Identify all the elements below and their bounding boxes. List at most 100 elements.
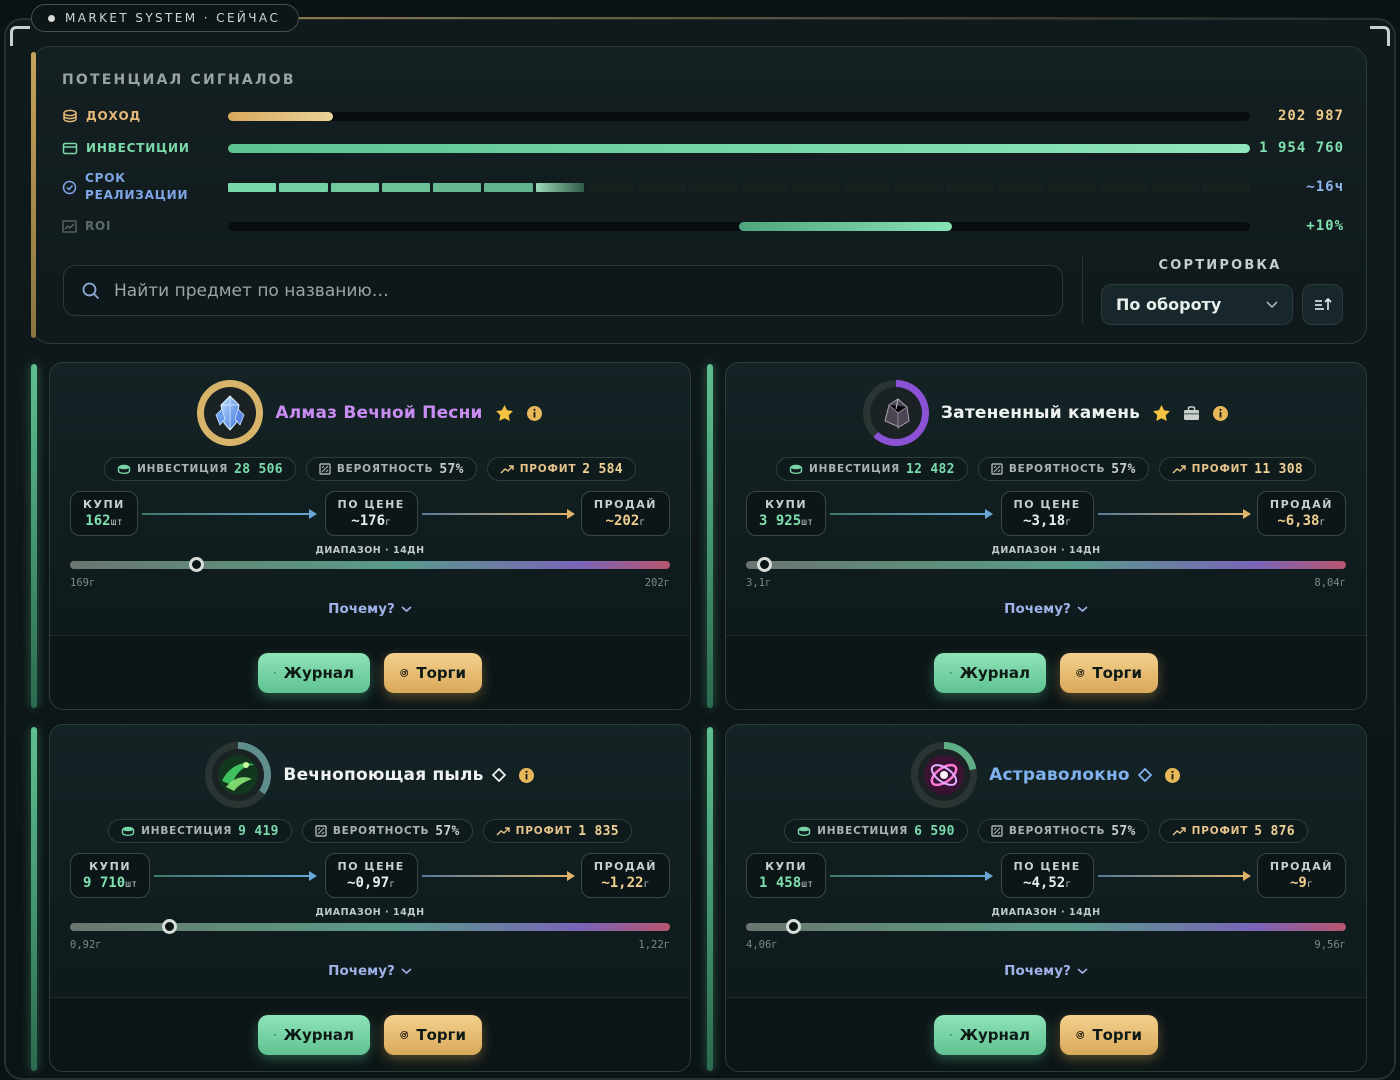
metric-label: ROI: [85, 218, 112, 233]
arrow-line: [154, 871, 316, 881]
investments-track: [228, 144, 1250, 153]
roi-track: [228, 222, 1250, 231]
trend-up-icon: [1172, 465, 1186, 474]
arrow-line: [142, 509, 316, 519]
search-icon: [82, 282, 100, 299]
info-icon[interactable]: [518, 767, 535, 784]
buy-label: КУПИ: [765, 498, 808, 511]
price-value-wrap: ~4,52г: [1023, 875, 1071, 891]
term-segment: [586, 183, 635, 192]
sort-direction-button[interactable]: [1302, 284, 1343, 325]
probability-label: ВЕРОЯТНОСТЬ: [336, 463, 434, 475]
price-unit: г: [1065, 879, 1072, 890]
term-segment: [791, 183, 840, 192]
trade-button[interactable]: Торги: [384, 1015, 482, 1055]
range-knob[interactable]: [757, 557, 772, 572]
probability-label: ВЕРОЯТНОСТЬ: [1008, 463, 1106, 475]
journal-button[interactable]: Журнал: [258, 1015, 370, 1055]
buy-box: КУПИ 1 458шт: [746, 853, 827, 898]
trade-label: Торги: [1092, 664, 1142, 682]
wallet-icon: [62, 142, 78, 155]
trade-button[interactable]: Торги: [384, 653, 482, 693]
why-link[interactable]: Почему?: [726, 963, 1366, 979]
stats-chips: ИНВЕСТИЦИЯ 12 482 ВЕРОЯТНОСТЬ 57% ПРОФИТ 11 3…: [726, 457, 1366, 481]
card-accent: [31, 727, 37, 1071]
term-segment: [279, 183, 328, 192]
buy-quantity: 3 925шт: [759, 513, 813, 529]
briefcase-icon: [274, 672, 276, 674]
probability-icon: [991, 463, 1003, 475]
info-icon[interactable]: [1164, 767, 1181, 784]
sell-label: ПРОДАЙ: [1269, 860, 1333, 873]
qty-unit: шт: [125, 879, 138, 890]
info-icon[interactable]: [526, 405, 543, 422]
sell-label: ПРОДАЙ: [593, 498, 657, 511]
income-fill: [228, 112, 334, 121]
chevron-down-icon: [1071, 605, 1088, 613]
price-range-bar: [746, 919, 1346, 934]
profit-value: 5 876: [1254, 823, 1295, 839]
buy-quantity: 9 710шт: [83, 875, 137, 891]
target-icon: [1076, 1031, 1085, 1039]
journal-button[interactable]: Журнал: [258, 653, 370, 693]
profit-chip: ПРОФИТ 2 584: [486, 457, 636, 481]
sort-selected: По обороту: [1116, 295, 1222, 314]
arrow-line: [421, 509, 575, 519]
search-input[interactable]: Найти предмет по названию…: [63, 265, 1063, 316]
buy-qty-value: 9 710: [83, 875, 126, 891]
dust-icon: [212, 749, 265, 801]
buy-label: КУПИ: [765, 860, 808, 873]
buy-qty-value: 162: [85, 513, 111, 529]
range-knob[interactable]: [785, 919, 801, 934]
why-link[interactable]: Почему?: [726, 601, 1366, 617]
info-icon[interactable]: [1212, 405, 1229, 422]
sell-value-wrap: ~6,38г: [1277, 513, 1325, 529]
journal-button[interactable]: Журнал: [934, 653, 1046, 693]
buy-label: КУПИ: [83, 498, 125, 511]
why-link[interactable]: Почему?: [50, 963, 690, 979]
card-header: Алмаз Вечной Песни: [50, 379, 690, 447]
sell-value: ~9: [1289, 875, 1307, 891]
item-card: Астраволокно ИНВЕСТИЦИЯ 6 590 ВЕРОЯТНОСТЬ 57…: [725, 724, 1367, 1072]
trade-button[interactable]: Торги: [1060, 1015, 1158, 1055]
invest-chip: ИНВЕСТИЦИЯ 9 419: [108, 819, 292, 843]
coins-icon: [121, 826, 135, 836]
briefcase-icon: [274, 1034, 276, 1036]
status-badge-label: MARKET SYSTEM · СЕЙЧАС: [65, 11, 281, 25]
chevron-down-icon: [1266, 300, 1278, 308]
coins-icon: [797, 826, 811, 836]
probability-label: ВЕРОЯТНОСТЬ: [332, 825, 430, 837]
briefcase-icon: [1183, 405, 1200, 421]
panel-accent: [31, 52, 36, 338]
target-icon: [400, 669, 409, 677]
range-knob[interactable]: [162, 919, 177, 934]
term-segment: [1048, 183, 1097, 192]
sell-label: ПРОДАЙ: [1269, 498, 1333, 511]
trend-up-icon: [1172, 827, 1186, 836]
buy-qty-value: 1 458: [759, 875, 802, 891]
qty-unit: шт: [110, 517, 123, 528]
income-track: [228, 112, 1250, 121]
card-accent: [707, 364, 713, 708]
why-link[interactable]: Почему?: [50, 601, 690, 617]
sell-box: ПРОДАЙ ~9г: [1256, 853, 1346, 898]
probability-value: 57%: [435, 823, 460, 839]
trade-button[interactable]: Торги: [1060, 653, 1158, 693]
price-value: ~3,18: [1023, 513, 1066, 529]
trade-label: Торги: [1092, 1026, 1142, 1044]
metric-value: 202 987: [1277, 108, 1344, 124]
price-value: ~0,97: [347, 875, 390, 891]
star-icon[interactable]: [495, 404, 514, 422]
probability-chip: ВЕРОЯТНОСТЬ 57%: [977, 457, 1149, 481]
profit-label: ПРОФИТ: [1191, 825, 1249, 837]
term-track: [228, 183, 1250, 192]
sort-select[interactable]: По обороту: [1101, 284, 1293, 325]
sort-label: СОРТИРОВКА: [1158, 258, 1282, 273]
card-actions: Журнал Торги: [726, 653, 1366, 693]
stats-chips: ИНВЕСТИЦИЯ 28 506 ВЕРОЯТНОСТЬ 57% ПРОФИТ 2 58…: [50, 457, 690, 481]
star-icon[interactable]: [1152, 404, 1171, 422]
sell-value-wrap: ~9г: [1290, 875, 1313, 891]
journal-button[interactable]: Журнал: [934, 1015, 1046, 1055]
range-max: 1,22г: [638, 939, 670, 951]
range-knob[interactable]: [189, 557, 204, 572]
